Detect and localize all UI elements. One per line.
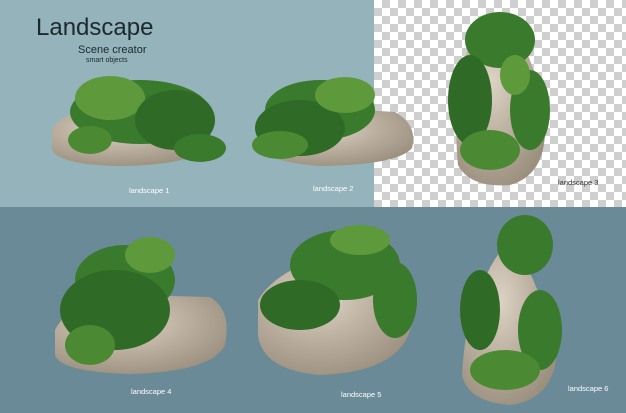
caption-landscape-1: landscape 1 — [129, 186, 170, 195]
caption-landscape-3: landscape 3 — [558, 178, 599, 187]
landscape-5-object — [258, 225, 417, 375]
landscape-objects — [52, 12, 562, 405]
caption-landscape-4: landscape 4 — [131, 387, 172, 396]
landscape-3-object — [448, 12, 550, 186]
landscape-4-object — [55, 237, 227, 374]
landscape-6-object — [460, 215, 562, 405]
caption-landscape-2: landscape 2 — [313, 184, 354, 193]
caption-landscape-5: landscape 5 — [341, 390, 382, 399]
caption-landscape-6: landscape 6 — [568, 384, 609, 393]
landscape-2-object — [252, 77, 414, 166]
landscape-1-object — [52, 76, 226, 166]
